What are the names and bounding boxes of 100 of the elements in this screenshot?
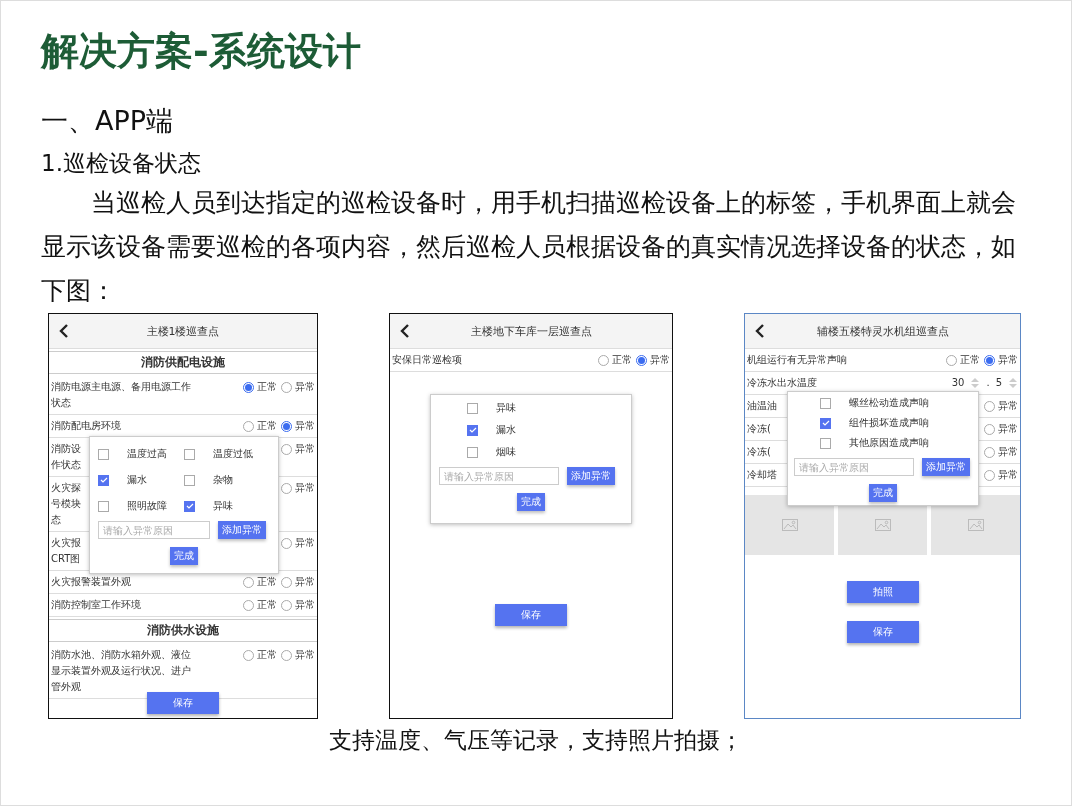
radio-label: 异常 — [650, 353, 670, 367]
checkbox-label: 照明故障 — [127, 499, 167, 513]
row-label: CRT图 — [51, 552, 81, 566]
radio-label: 异常 — [295, 380, 315, 394]
radio-label: 异常 — [295, 481, 315, 495]
radio-label: 正常 — [257, 419, 277, 433]
row-label: 冷冻水出水温度 — [747, 376, 817, 390]
done-button[interactable]: 完成 — [869, 484, 897, 502]
reason-input-field[interactable]: 请输入异常原因 — [794, 458, 914, 476]
radio-label: 异常 — [295, 442, 315, 456]
checkbox[interactable] — [467, 424, 478, 436]
add-abnormal-button[interactable]: 添加异常 — [567, 467, 615, 485]
checkbox[interactable] — [820, 437, 831, 449]
row-label: 消防配电房环境 — [51, 419, 121, 433]
done-button[interactable]: 完成 — [170, 547, 198, 565]
stepper-arrows-icon[interactable] — [1008, 377, 1018, 389]
radio-label: 正常 — [257, 380, 277, 394]
row-label: 显示装置外观及运行状况、进户 — [51, 664, 191, 678]
description-paragraph: 当巡检人员到达指定的巡检设备时，用手机扫描巡检设备上的标签，手机界面上就会显示该设备需要巡检的各项内容，然后巡检人员根据设备的真实情况选择设备的状态，如下图： — [41, 187, 1017, 307]
row-label: 消防水池、消防水箱外观、液位 — [51, 648, 191, 662]
add-abnormal-button[interactable]: 添加异常 — [922, 458, 970, 476]
radio-label: 异常 — [998, 399, 1018, 413]
action-button[interactable]: 保存 — [846, 621, 919, 643]
image-icon — [967, 519, 984, 531]
checkbox-label: 烟味 — [496, 445, 516, 459]
checkbox[interactable] — [184, 474, 195, 486]
row-label: 火灾探 — [51, 481, 81, 495]
radio-label: 异常 — [295, 598, 315, 612]
row-label: 安保日常巡检项 — [392, 353, 462, 367]
radio-label: 异常 — [295, 419, 315, 433]
row-label: 管外观 — [51, 680, 82, 694]
reason-input-field[interactable]: 请输入异常原因 — [439, 467, 559, 485]
add-abnormal-button[interactable]: 添加异常 — [218, 521, 266, 539]
checkbox-label: 异味 — [496, 401, 516, 415]
back-icon[interactable] — [753, 324, 767, 338]
action-button[interactable]: 保存 — [495, 604, 567, 626]
number-value: 5 — [995, 376, 1002, 390]
row-label: 火灾报 — [51, 536, 81, 550]
checkbox-label: 组件损坏造成声响 — [849, 416, 929, 430]
screen-title: 主楼1楼巡查点 — [145, 323, 221, 339]
checkbox[interactable] — [184, 448, 195, 460]
checkbox-label: 温度过低 — [213, 447, 253, 461]
radio-label: 异常 — [295, 536, 315, 550]
checkbox[interactable] — [467, 402, 478, 414]
radio-label: 正常 — [257, 598, 277, 612]
done-button[interactable]: 完成 — [517, 493, 545, 511]
row-label: 机组运行有无异常声响 — [747, 353, 847, 367]
checkbox-label: 杂物 — [213, 473, 233, 487]
back-icon[interactable] — [398, 324, 412, 338]
radio-label: 异常 — [998, 353, 1018, 367]
row-label: 消防设 — [51, 442, 81, 456]
checkbox-label: 其他原因造成声响 — [849, 436, 929, 450]
caption: 支持温度、气压等记录，支持照片拍摄； — [328, 726, 744, 755]
radio-label: 正常 — [960, 353, 980, 367]
radio-label: 异常 — [295, 575, 315, 589]
radio-label: 正常 — [257, 575, 277, 589]
row-label: 火灾报警装置外观 — [51, 575, 131, 589]
section-header: 消防供配电设施 — [49, 351, 317, 374]
radio-label: 异常 — [998, 422, 1018, 436]
checkbox-label: 螺丝松动造成声响 — [849, 396, 929, 410]
back-icon[interactable] — [57, 324, 71, 338]
checkbox-label: 漏水 — [127, 473, 147, 487]
radio-label: 异常 — [998, 445, 1018, 459]
decimal-point: . — [986, 376, 990, 390]
checkbox[interactable] — [98, 500, 109, 512]
checkbox-label: 漏水 — [496, 423, 516, 437]
section-heading: 一、APP端 — [41, 104, 175, 138]
checkbox-label: 温度过高 — [127, 447, 167, 461]
subsection-heading: 1.巡检设备状态 — [41, 149, 202, 178]
row-label: 作状态 — [51, 458, 81, 472]
row-label: 号模块 — [51, 497, 81, 511]
section-header: 消防供水设施 — [49, 619, 317, 642]
checkbox[interactable] — [98, 474, 109, 486]
radio-label: 正常 — [257, 648, 277, 662]
action-button[interactable]: 保存 — [147, 692, 219, 714]
checkbox[interactable] — [184, 500, 195, 512]
checkbox[interactable] — [820, 417, 831, 429]
radio-label: 正常 — [612, 353, 632, 367]
row-label: 消防控制室工作环境 — [51, 598, 141, 612]
stepper-arrows-icon[interactable] — [970, 377, 981, 389]
action-button[interactable]: 拍照 — [846, 581, 919, 603]
row-label: 冷却塔 — [747, 468, 777, 482]
radio-label: 异常 — [295, 648, 315, 662]
image-icon — [874, 519, 891, 531]
reason-input-field[interactable]: 请输入异常原因 — [98, 521, 210, 539]
checkbox[interactable] — [98, 448, 109, 460]
image-icon — [781, 519, 798, 531]
row-label: 冷冻( — [747, 445, 771, 459]
screen-title: 辅楼五楼特灵水机组巡查点 — [815, 323, 950, 339]
checkbox-label: 异味 — [213, 499, 233, 513]
row-label: 态 — [51, 513, 62, 527]
row-label: 冷冻( — [747, 422, 771, 436]
row-label: 消防电源主电源、备用电源工作 — [51, 380, 191, 394]
slide-title: 解决方案-系统设计 — [41, 28, 362, 75]
radio-label: 异常 — [998, 468, 1018, 482]
checkbox[interactable] — [467, 446, 478, 458]
number-value: 30 — [951, 376, 965, 390]
checkbox[interactable] — [820, 397, 831, 409]
screen-title: 主楼地下车库一层巡查点 — [469, 323, 593, 339]
row-label: 油温油 — [747, 399, 777, 413]
